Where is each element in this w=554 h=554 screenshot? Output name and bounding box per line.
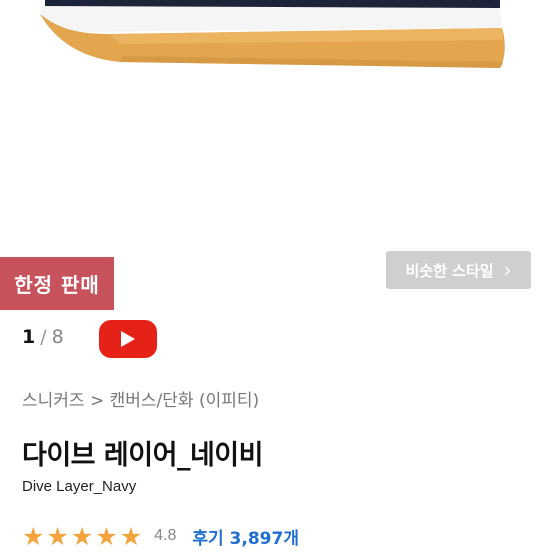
star-icon: ★ (119, 521, 143, 551)
product-subtitle: Dive Layer_Navy (22, 478, 137, 495)
limited-sale-badge: 한정 판매 (0, 257, 114, 310)
image-pager: 1/8 (22, 326, 64, 348)
star-icon: ★ (70, 521, 94, 551)
product-title: 다이브 레이어_네이비 (22, 440, 263, 471)
pager-current: 1 (22, 326, 36, 348)
pager-separator: / (40, 326, 47, 348)
star-icon: ★ (46, 521, 69, 551)
pager-total: 8 (51, 326, 64, 348)
similar-style-button[interactable]: 비슷한 스타일 › (386, 251, 531, 289)
reviews-link[interactable]: 후기 3,897개 (192, 524, 299, 549)
play-icon (121, 331, 135, 347)
sneaker-illustration (40, 0, 505, 68)
category-breadcrumb[interactable]: 스니커즈 > 캔버스/단화 (이피티) (22, 386, 259, 411)
rating-row: ★ ★ ★ ★ ★ 4.8 후기 3,897개 (22, 522, 299, 550)
product-image[interactable] (0, 0, 554, 250)
video-play-button[interactable] (99, 320, 157, 358)
chevron-right-icon: › (503, 258, 512, 282)
similar-style-label: 비슷한 스타일 (405, 261, 494, 280)
star-icon: ★ (22, 521, 45, 551)
rating-value: 4.8 (154, 527, 177, 544)
star-rating: ★ ★ ★ ★ ★ (22, 524, 142, 549)
star-icon: ★ (95, 521, 118, 551)
